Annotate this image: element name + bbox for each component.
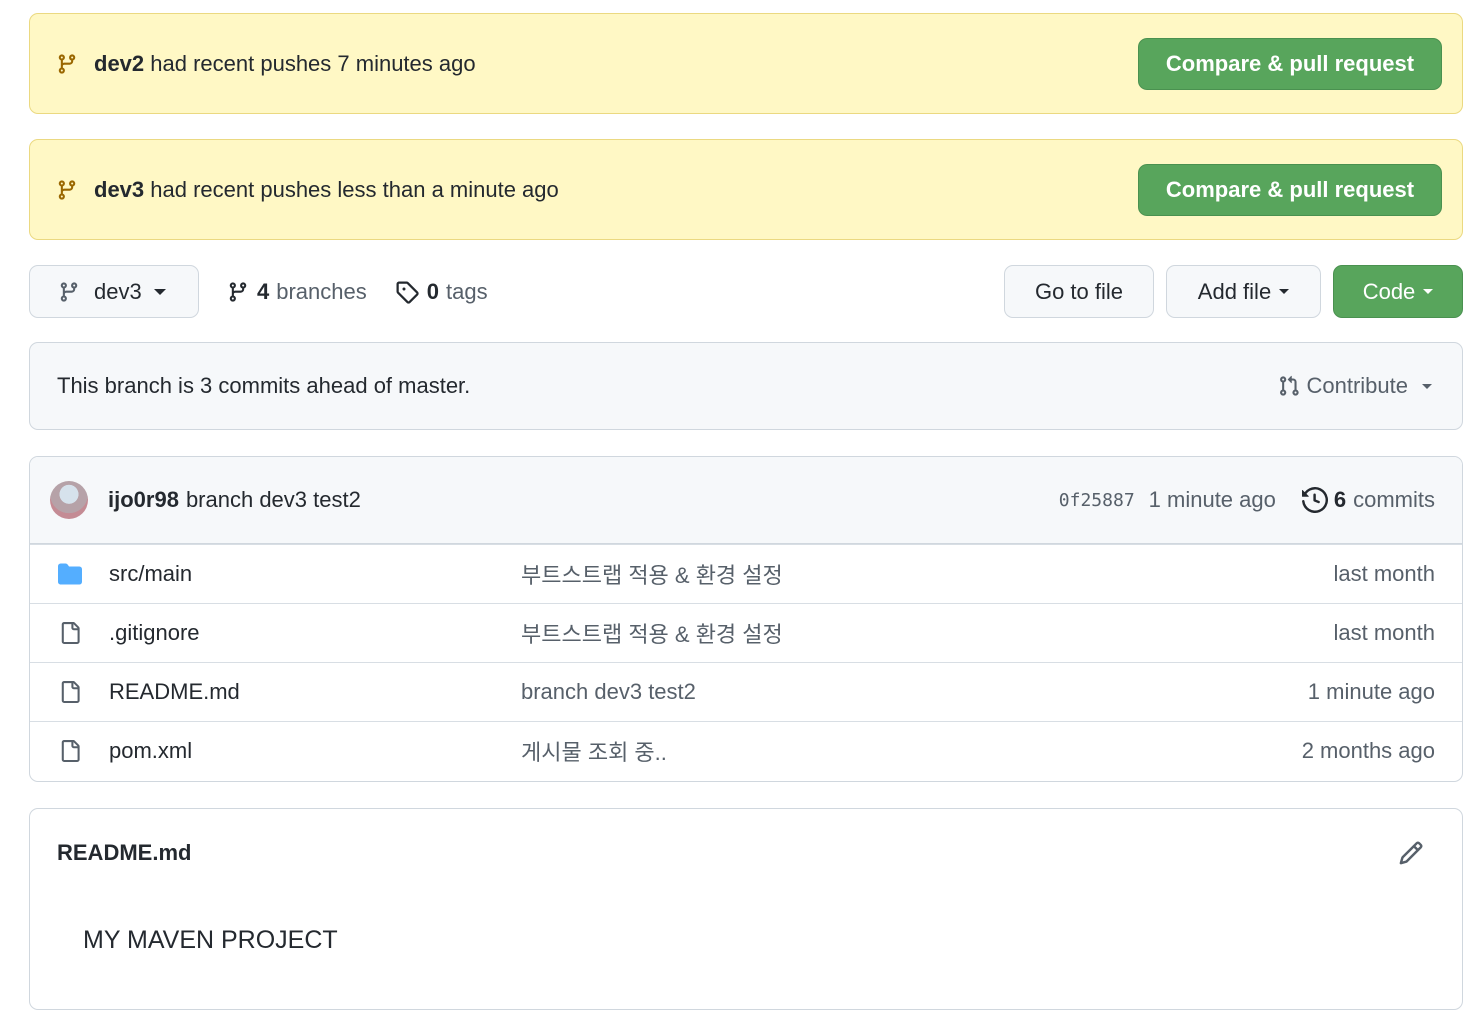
repo-toolbar: dev3 4 branches 0 tags Go to file Add fi… xyxy=(29,265,1463,318)
ahead-text: This branch is 3 commits ahead of master… xyxy=(57,373,471,398)
folder-icon xyxy=(56,562,84,586)
file-icon xyxy=(56,621,84,645)
go-to-file-button[interactable]: Go to file xyxy=(1004,265,1154,318)
git-branch-icon xyxy=(227,280,249,304)
branch-select-button[interactable]: dev3 xyxy=(29,265,199,318)
contribute-button[interactable]: Contribute xyxy=(1278,373,1432,399)
file-icon xyxy=(56,680,84,704)
git-branch-icon xyxy=(58,280,80,304)
git-branch-icon xyxy=(56,51,82,77)
file-commit-message[interactable]: 게시물 조회 중.. xyxy=(521,735,1302,767)
branches-label: branches xyxy=(276,278,367,304)
branches-link[interactable]: 4 branches xyxy=(227,279,367,305)
compare-pull-request-button[interactable]: Compare & pull request xyxy=(1138,163,1442,216)
add-file-label: Add file xyxy=(1197,278,1272,304)
recent-push-banner-dev2: dev2 had recent pushes 7 minutes ago Com… xyxy=(29,13,1463,114)
branches-count: 4 xyxy=(257,278,270,304)
commit-author[interactable]: ijo0r98 xyxy=(108,487,179,513)
current-branch-label: dev3 xyxy=(94,278,142,304)
readme-panel: README.md MY MAVEN PROJECT xyxy=(29,808,1463,1010)
file-name[interactable]: README.md xyxy=(109,679,521,705)
file-row[interactable]: .gitignore 부트스트랩 적용 & 환경 설정 last month xyxy=(30,603,1462,662)
file-commit-message[interactable]: branch dev3 test2 xyxy=(521,679,1308,705)
readme-content: MY MAVEN PROJECT xyxy=(83,926,338,954)
contribute-label: Contribute xyxy=(1306,373,1408,398)
file-browser: ijo0r98 branch dev3 test2 0f25887 1 minu… xyxy=(29,456,1463,782)
file-age: 2 months ago xyxy=(1301,738,1435,763)
go-to-file-label: Go to file xyxy=(1034,278,1124,304)
compare-pull-request-button[interactable]: Compare & pull request xyxy=(1138,37,1442,90)
history-icon xyxy=(1301,487,1328,513)
banner-text: had recent pushes 7 minutes ago xyxy=(144,50,476,76)
code-label: Code xyxy=(1362,278,1416,304)
file-row[interactable]: src/main 부트스트랩 적용 & 환경 설정 last month xyxy=(30,544,1462,603)
tags-label: tags xyxy=(446,278,488,304)
chevron-down-icon xyxy=(1422,383,1432,389)
file-age: last month xyxy=(1333,561,1436,586)
file-icon xyxy=(56,739,84,763)
commit-message[interactable]: branch dev3 test2 xyxy=(186,487,1059,513)
banner-branch-name[interactable]: dev2 xyxy=(94,51,144,76)
file-name[interactable]: src/main xyxy=(109,561,521,587)
file-row[interactable]: README.md branch dev3 test2 1 minute ago xyxy=(30,662,1462,721)
chevron-down-icon xyxy=(1423,289,1434,294)
banner-branch-name[interactable]: dev3 xyxy=(94,177,144,202)
commits-count: 6 xyxy=(1333,487,1347,512)
commit-sha[interactable]: 0f25887 xyxy=(1059,490,1135,511)
branch-ahead-notice: This branch is 3 commits ahead of master… xyxy=(29,342,1463,430)
avatar[interactable] xyxy=(50,481,88,519)
tag-icon xyxy=(395,280,419,304)
commit-time[interactable]: 1 minute ago xyxy=(1149,487,1276,513)
code-button[interactable]: Code xyxy=(1333,265,1463,318)
git-pull-request-icon xyxy=(1278,374,1300,398)
file-commit-message[interactable]: 부트스트랩 적용 & 환경 설정 xyxy=(521,558,1334,590)
file-name[interactable]: .gitignore xyxy=(109,620,521,646)
tags-link[interactable]: 0 tags xyxy=(395,279,488,305)
file-age: last month xyxy=(1333,620,1436,645)
pencil-icon[interactable] xyxy=(1398,840,1424,866)
commits-label: commits xyxy=(1353,487,1435,512)
banner-message: dev2 had recent pushes 7 minutes ago xyxy=(94,51,1138,77)
file-name[interactable]: pom.xml xyxy=(109,738,521,764)
tags-count: 0 xyxy=(426,278,440,304)
chevron-down-icon xyxy=(153,288,166,295)
readme-title[interactable]: README.md xyxy=(57,840,191,866)
commits-history-link[interactable]: 6 commits xyxy=(1301,487,1435,513)
chevron-down-icon xyxy=(1279,289,1290,294)
file-age: 1 minute ago xyxy=(1307,679,1435,704)
add-file-button[interactable]: Add file xyxy=(1166,265,1321,318)
file-row[interactable]: pom.xml 게시물 조회 중.. 2 months ago xyxy=(30,721,1462,780)
banner-message: dev3 had recent pushes less than a minut… xyxy=(94,177,1138,203)
latest-commit-bar: ijo0r98 branch dev3 test2 0f25887 1 minu… xyxy=(30,457,1462,544)
git-branch-icon xyxy=(56,177,82,203)
banner-text: had recent pushes less than a minute ago xyxy=(144,176,559,202)
file-commit-message[interactable]: 부트스트랩 적용 & 환경 설정 xyxy=(521,617,1334,649)
recent-push-banner-dev3: dev3 had recent pushes less than a minut… xyxy=(29,139,1463,240)
